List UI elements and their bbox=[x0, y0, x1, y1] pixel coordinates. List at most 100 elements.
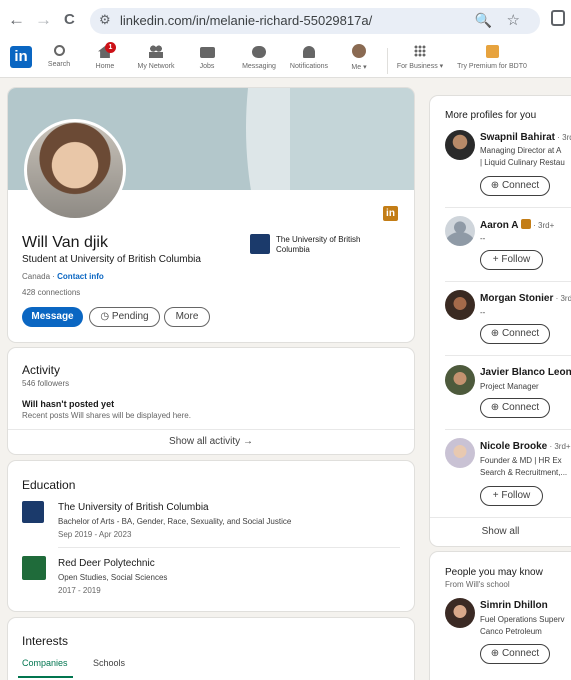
edu-dates: 2017 - 2019 bbox=[58, 586, 101, 595]
interests-card: Interests Companies Schools bbox=[8, 618, 414, 680]
contact-info-link[interactable]: Contact info bbox=[57, 272, 104, 281]
edu-school[interactable]: The University of British Columbia bbox=[58, 502, 209, 513]
nav-try-premium[interactable]: Try Premium for BDT0 bbox=[454, 44, 530, 70]
nav-label: Home bbox=[95, 63, 115, 70]
person-name[interactable]: Morgan Stonier · 3rd bbox=[480, 293, 571, 304]
site-info-icon[interactable]: ⚙ bbox=[99, 12, 111, 28]
education-title: Education bbox=[22, 478, 76, 492]
avatar[interactable] bbox=[445, 130, 475, 160]
nav-jobs[interactable]: Jobs bbox=[192, 44, 222, 70]
avatar[interactable] bbox=[445, 438, 475, 468]
network-icon bbox=[149, 45, 163, 58]
extensions-icon[interactable] bbox=[551, 10, 565, 26]
divider bbox=[58, 547, 400, 548]
connect-button[interactable]: ⊕ Connect bbox=[480, 176, 550, 196]
add-person-icon: ⊕ bbox=[490, 402, 502, 413]
divider bbox=[8, 429, 414, 430]
follow-button[interactable]: + Follow bbox=[480, 486, 543, 506]
add-person-icon: ⊕ bbox=[490, 328, 502, 339]
connect-button[interactable]: ⊕ Connect bbox=[480, 644, 550, 664]
nav-notifications[interactable]: Notifications bbox=[286, 44, 332, 70]
person-name[interactable]: Simrin Dhillon bbox=[480, 600, 548, 611]
nav-me[interactable]: Me ▾ bbox=[344, 44, 374, 71]
connect-label: Connect bbox=[501, 402, 540, 413]
connection-degree: · 3rd+ bbox=[547, 442, 571, 451]
ubc-logo[interactable] bbox=[22, 501, 44, 523]
nav-label: Me ▾ bbox=[351, 64, 367, 71]
briefcase-icon bbox=[199, 47, 215, 58]
tab-schools[interactable]: Schools bbox=[93, 658, 125, 668]
activity-empty-desc: Recent posts Will shares will be display… bbox=[22, 411, 191, 420]
zoom-icon[interactable]: 🔍 bbox=[475, 12, 492, 29]
linkedin-badge-icon bbox=[520, 219, 531, 229]
nav-divider bbox=[387, 48, 388, 74]
follow-label: Follow bbox=[501, 254, 531, 265]
activity-title: Activity bbox=[22, 363, 61, 377]
back-button[interactable]: ← bbox=[8, 9, 25, 31]
person-name-text: Swapnil Bahirat bbox=[480, 132, 556, 143]
person-headline-2: Canco Petroleum bbox=[480, 627, 542, 636]
divider bbox=[445, 281, 571, 282]
person-name-text: Aaron A bbox=[480, 220, 519, 231]
person-name[interactable]: Swapnil Bahirat · 3rd bbox=[480, 132, 571, 143]
show-all-profiles-link[interactable]: Show all bbox=[430, 526, 571, 537]
nav-my-network[interactable]: My Network bbox=[133, 44, 179, 70]
edu-school[interactable]: Red Deer Polytechnic bbox=[58, 558, 155, 569]
pending-button[interactable]: ◷ Pending bbox=[89, 307, 160, 327]
nav-label: My Network bbox=[137, 63, 175, 70]
connection-degree: · 3rd bbox=[557, 133, 571, 142]
profile-school[interactable]: The University of British Columbia bbox=[276, 235, 386, 255]
more-button[interactable]: More bbox=[164, 307, 210, 327]
edu-dates: Sep 2019 - Apr 2023 bbox=[58, 530, 132, 539]
ubc-logo[interactable] bbox=[250, 234, 270, 254]
nav-label: Notifications bbox=[289, 63, 329, 70]
nav-label: Try Premium for BDT0 bbox=[457, 63, 527, 70]
connect-button[interactable]: ⊕ Connect bbox=[480, 398, 550, 418]
divider bbox=[445, 429, 571, 430]
nav-for-business[interactable]: For Business ▾ bbox=[394, 44, 446, 70]
nav-search[interactable]: Search bbox=[44, 44, 74, 68]
home-notification-badge: 1 bbox=[105, 42, 116, 53]
follow-button[interactable]: + Follow bbox=[480, 250, 543, 270]
reload-button[interactable]: C bbox=[64, 9, 75, 31]
forward-button[interactable]: → bbox=[35, 9, 52, 31]
search-icon bbox=[53, 45, 65, 56]
connect-label: Connect bbox=[501, 648, 540, 659]
pymk-subtitle: From Will's school bbox=[445, 580, 510, 589]
divider bbox=[445, 355, 571, 356]
linkedin-global-nav: in Search Home 1 My Network Jobs Messagi… bbox=[0, 42, 571, 78]
connect-button[interactable]: ⊕ Connect bbox=[480, 324, 550, 344]
connections-count[interactable]: 428 connections bbox=[22, 288, 80, 297]
avatar bbox=[352, 44, 366, 58]
message-button[interactable]: Message bbox=[22, 307, 83, 327]
avatar[interactable] bbox=[445, 216, 475, 246]
activity-empty-title: Will hasn't posted yet bbox=[22, 399, 115, 409]
address-bar[interactable]: ⚙ linkedin.com/in/melanie-richard-550298… bbox=[90, 8, 540, 34]
pending-label: Pending bbox=[111, 311, 149, 322]
person-name-text: Nicole Brooke bbox=[480, 441, 548, 452]
clock-icon: ◷ bbox=[100, 311, 112, 322]
avatar[interactable] bbox=[445, 365, 475, 395]
browser-toolbar: ← → C ⚙ linkedin.com/in/melanie-richard-… bbox=[0, 0, 571, 42]
person-name-text: Javier Blanco Leon bbox=[480, 367, 571, 378]
bell-icon bbox=[303, 46, 315, 58]
nav-label: Jobs bbox=[199, 63, 215, 70]
tab-companies[interactable]: Companies bbox=[22, 658, 68, 668]
red-deer-logo[interactable] bbox=[22, 556, 46, 580]
person-headline: Fuel Operations Superv bbox=[480, 615, 565, 624]
person-name[interactable]: Nicole Brooke · 3rd+ bbox=[480, 441, 571, 452]
education-card: Education The University of British Colu… bbox=[8, 461, 414, 611]
profile-photo[interactable] bbox=[24, 119, 126, 221]
url-text[interactable]: linkedin.com/in/melanie-richard-55029817… bbox=[120, 13, 372, 28]
avatar[interactable] bbox=[445, 598, 475, 628]
profile-headline: Student at University of British Columbi… bbox=[22, 254, 201, 265]
avatar[interactable] bbox=[445, 290, 475, 320]
person-name[interactable]: Javier Blanco Leon · bbox=[480, 367, 571, 378]
show-all-activity-link[interactable]: Show all activity → bbox=[8, 436, 414, 447]
profile-location: Canada · bbox=[22, 272, 58, 281]
bookmark-star-icon[interactable]: ☆ bbox=[507, 11, 520, 29]
linkedin-logo[interactable]: in bbox=[10, 46, 32, 68]
nav-messaging[interactable]: Messaging bbox=[238, 44, 280, 70]
person-name[interactable]: Aaron A · 3rd+ bbox=[480, 219, 554, 231]
person-headline: -- bbox=[480, 308, 486, 317]
